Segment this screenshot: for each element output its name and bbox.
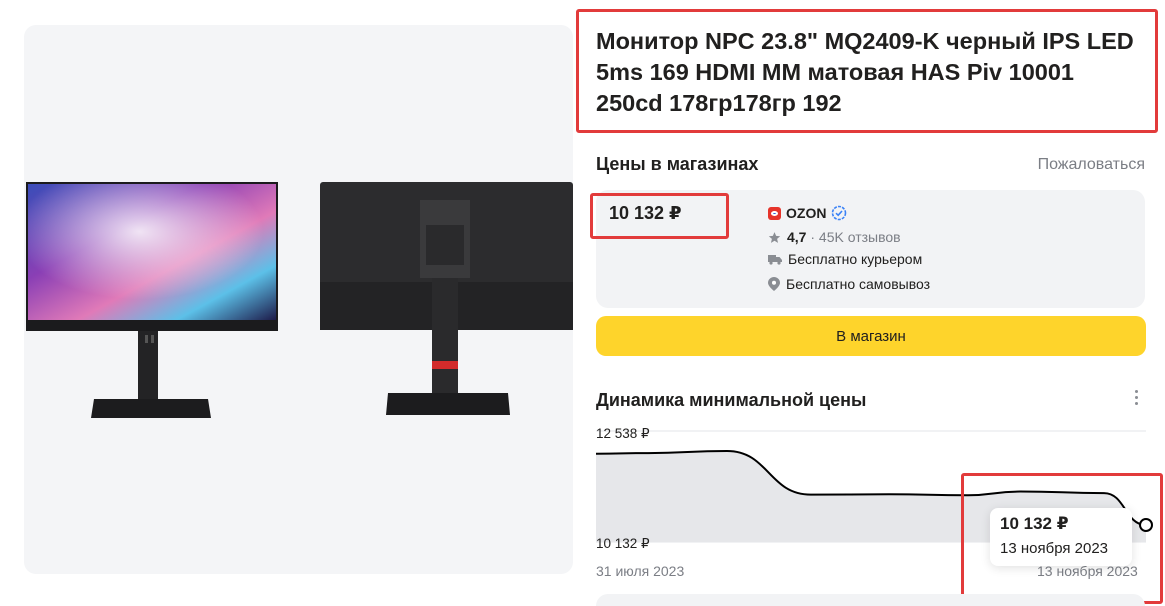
price-highlight-box bbox=[590, 193, 729, 239]
product-image[interactable] bbox=[24, 25, 573, 574]
shop-rating: 4,7 bbox=[787, 229, 807, 245]
ozon-logo-icon bbox=[768, 206, 781, 220]
prices-section-title: Цены в магазинах bbox=[596, 154, 759, 174]
delivery-row: Бесплатно курьером bbox=[768, 251, 922, 267]
title-highlight-box bbox=[576, 9, 1158, 133]
truck-icon bbox=[768, 255, 782, 265]
x-tick-start: 31 июля 2023 bbox=[596, 563, 685, 579]
y-tick-min: 10 132 ₽ bbox=[596, 536, 650, 551]
rating-row[interactable]: 4,7 · 45K отзывов bbox=[768, 229, 901, 245]
star-icon bbox=[768, 231, 781, 243]
delivery-text: Бесплатно курьером bbox=[788, 251, 923, 267]
product-gallery[interactable] bbox=[24, 25, 573, 574]
reviews-count: · 45K отзывов bbox=[810, 229, 901, 245]
chart-highlight-box bbox=[961, 473, 1163, 604]
shop-name-row[interactable]: OZON bbox=[768, 205, 847, 221]
pickup-text: Бесплатно самовывоз bbox=[786, 276, 931, 292]
price-dynamics-title: Динамика минимальной цены bbox=[596, 390, 867, 410]
shop-name[interactable]: OZON bbox=[786, 205, 826, 221]
next-section-card bbox=[596, 594, 1145, 606]
verified-badge-icon bbox=[832, 205, 847, 221]
pickup-row: Бесплатно самовывоз bbox=[768, 276, 930, 292]
y-tick-max: 12 538 ₽ bbox=[596, 426, 650, 441]
more-vertical-icon[interactable] bbox=[1128, 386, 1144, 408]
map-pin-icon bbox=[768, 277, 780, 291]
go-to-shop-button[interactable]: В магазин bbox=[596, 316, 1146, 356]
complain-link[interactable]: Пожаловаться bbox=[1038, 156, 1145, 174]
